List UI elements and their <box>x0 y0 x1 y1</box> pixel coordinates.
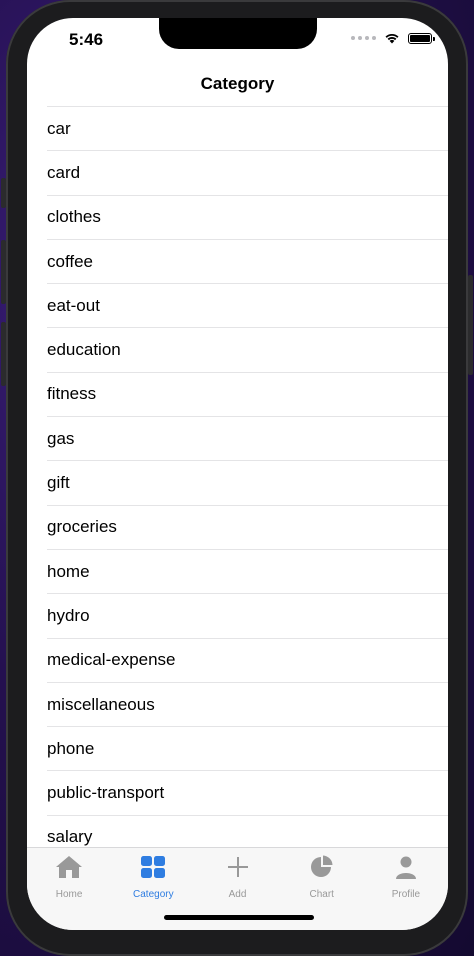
status-time: 5:46 <box>69 30 104 49</box>
plus-icon <box>224 854 252 885</box>
mute-switch <box>1 178 6 208</box>
list-item[interactable]: clothes <box>47 196 448 240</box>
list-item[interactable]: groceries <box>47 506 448 550</box>
category-list[interactable]: car card clothes coffee eat-out education fitn… <box>47 106 448 849</box>
list-item[interactable]: card <box>47 151 448 196</box>
page-title: Category <box>200 74 275 93</box>
list-item[interactable]: gift <box>47 461 448 506</box>
volume-up-button <box>1 240 6 304</box>
list-item[interactable]: salary <box>47 816 448 849</box>
list-item[interactable]: eat-out <box>47 284 448 329</box>
list-item[interactable]: education <box>47 328 448 373</box>
list-item[interactable]: coffee <box>47 240 448 285</box>
list-item[interactable]: hydro <box>47 594 448 639</box>
signal-icon <box>351 36 376 40</box>
home-indicator[interactable] <box>164 915 314 920</box>
app-screen: 5:46 Category car card clothes coffee eat-ou… <box>27 18 448 930</box>
wifi-icon <box>385 33 399 44</box>
list-item[interactable]: medical-expense <box>47 639 448 683</box>
volume-down-button <box>1 322 6 386</box>
tab-label: Category <box>133 889 174 900</box>
person-icon <box>392 854 420 885</box>
list-item[interactable]: miscellaneous <box>47 683 448 728</box>
tab-label: Chart <box>309 889 334 900</box>
list-item[interactable]: home <box>47 550 448 595</box>
grid-icon <box>139 854 167 885</box>
pie-chart-icon <box>308 854 336 885</box>
list-item[interactable]: phone <box>47 727 448 772</box>
list-item[interactable]: car <box>47 107 448 152</box>
power-button <box>468 275 473 375</box>
tab-home[interactable]: Home <box>27 848 111 930</box>
house-icon <box>55 854 83 885</box>
list-item[interactable]: public-transport <box>47 771 448 816</box>
tab-profile[interactable]: Profile <box>364 848 448 930</box>
status-icons <box>351 32 435 44</box>
tab-label: Add <box>228 889 247 900</box>
notch <box>159 18 317 49</box>
battery-icon <box>408 32 435 44</box>
tab-label: Profile <box>391 889 421 900</box>
tab-label: Home <box>55 889 83 900</box>
list-item[interactable]: gas <box>47 417 448 462</box>
list-item[interactable]: fitness <box>47 373 448 418</box>
